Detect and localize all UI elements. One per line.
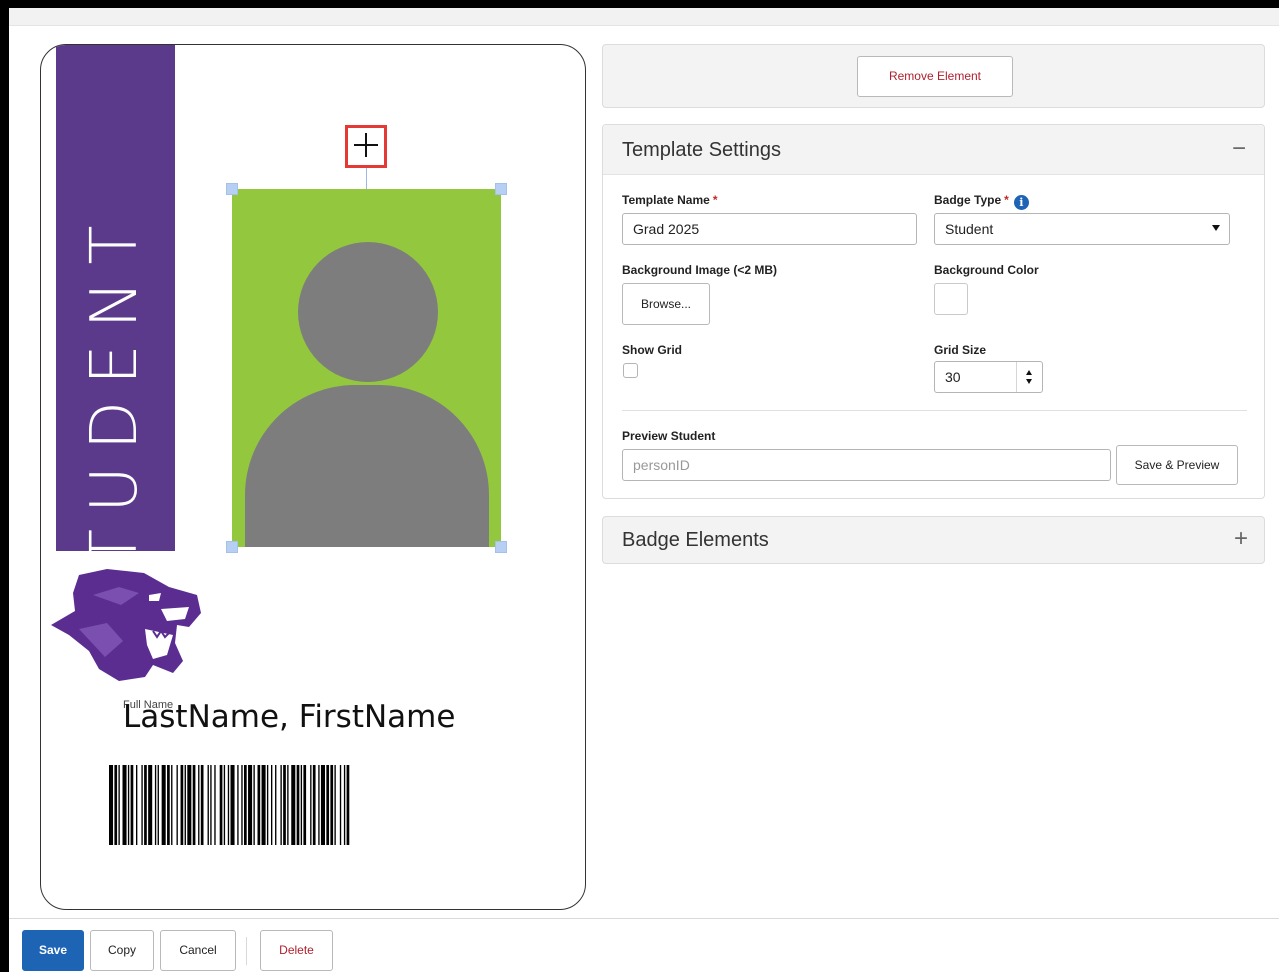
window-frame-top	[0, 0, 1279, 8]
background-image-label: Background Image (<2 MB)	[622, 263, 778, 277]
template-settings-header[interactable]: Template Settings −	[603, 125, 1264, 175]
rotation-stem	[366, 168, 367, 189]
collapse-icon[interactable]: −	[1232, 137, 1246, 161]
badge-type-label: Badge Type * i	[934, 193, 1029, 210]
badge-type-selected: Student	[945, 221, 994, 237]
panther-logo-icon[interactable]	[49, 565, 209, 685]
full-name-element-value[interactable]: LastName, FirstName	[123, 699, 455, 735]
background-color-label: Background Color	[934, 263, 1039, 277]
template-settings-title: Template Settings	[622, 139, 781, 161]
show-grid-checkbox[interactable]	[623, 363, 638, 378]
template-name-input[interactable]: Grad 2025	[622, 213, 917, 245]
save-preview-button[interactable]: Save & Preview	[1116, 445, 1238, 485]
bottom-action-bar: Save Copy Cancel Delete	[9, 918, 1279, 972]
preview-student-input[interactable]: personID	[622, 449, 1111, 481]
window-frame-left	[0, 0, 9, 972]
grid-size-value: 30	[945, 369, 961, 385]
preview-student-label: Preview Student	[622, 429, 716, 443]
resize-handle-bottom-left[interactable]	[226, 541, 238, 553]
silhouette-body	[245, 385, 489, 547]
resize-handle-bottom-right[interactable]	[495, 541, 507, 553]
crosshair-icon	[348, 128, 384, 165]
browse-button[interactable]: Browse...	[622, 283, 710, 325]
move-handle-icon[interactable]	[345, 125, 387, 168]
grid-size-label: Grid Size	[934, 343, 987, 357]
chevron-down-icon	[1212, 225, 1220, 231]
badge-canvas[interactable]: STUDENT Full Name LastName, FirstName	[40, 44, 586, 910]
top-strip	[9, 8, 1279, 26]
badge-photo-element[interactable]	[232, 189, 501, 547]
delete-button[interactable]: Delete	[260, 930, 333, 971]
remove-element-button[interactable]: Remove Element	[857, 56, 1013, 97]
silhouette-head	[298, 242, 438, 382]
expand-icon[interactable]: +	[1234, 527, 1248, 551]
stepper-up-icon[interactable]	[1026, 370, 1032, 375]
element-actions-panel: Remove Element	[602, 44, 1265, 108]
badge-elements-panel[interactable]: Badge Elements +	[602, 516, 1265, 564]
template-settings-panel: Template Settings − Template Name * Grad …	[602, 124, 1265, 499]
resize-handle-top-right[interactable]	[495, 183, 507, 195]
resize-handle-top-left[interactable]	[226, 183, 238, 195]
badge-type-select[interactable]: Student	[934, 213, 1230, 245]
badge-elements-title: Badge Elements	[622, 529, 769, 551]
button-separator	[246, 937, 247, 965]
template-name-label: Template Name *	[622, 193, 718, 207]
grid-size-stepper[interactable]: 30	[934, 361, 1043, 393]
show-grid-label: Show Grid	[622, 343, 682, 357]
copy-button[interactable]: Copy	[90, 930, 154, 971]
info-icon[interactable]: i	[1013, 195, 1029, 210]
background-color-picker[interactable]	[934, 283, 968, 315]
badge-band-text: STUDENT	[78, 209, 152, 625]
stepper-down-icon[interactable]	[1026, 379, 1032, 384]
barcode-element[interactable]	[109, 765, 519, 845]
cancel-button[interactable]: Cancel	[160, 930, 236, 971]
save-button[interactable]: Save	[22, 930, 84, 971]
section-divider	[622, 410, 1247, 411]
stepper-arrows[interactable]	[1016, 362, 1042, 392]
